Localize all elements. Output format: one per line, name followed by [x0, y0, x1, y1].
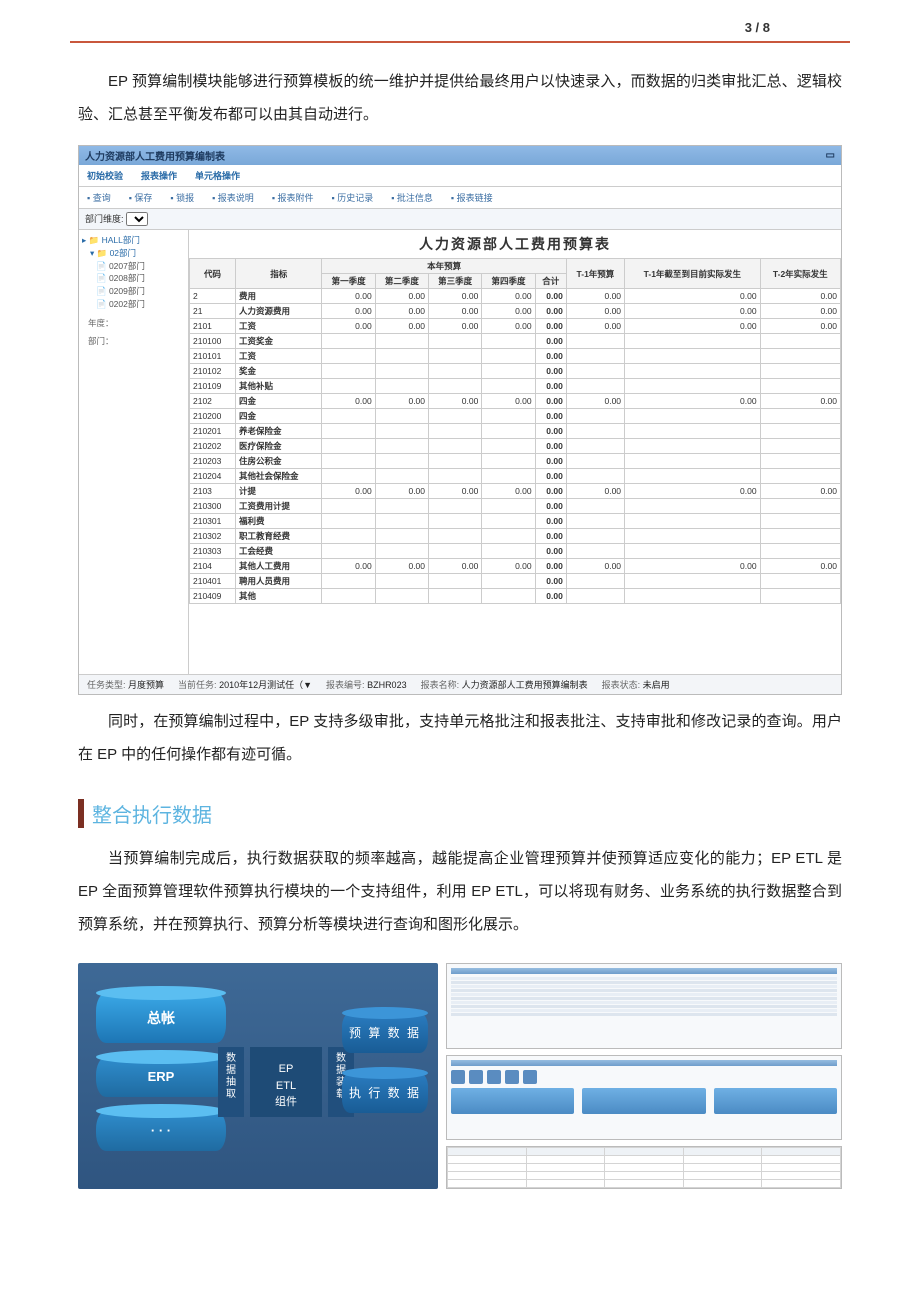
status-current-task[interactable]: 2010年12月测试任（▼ [219, 680, 312, 690]
status-report-state: 未启用 [643, 680, 670, 690]
status-report-code-label: 报表编号: [326, 680, 365, 690]
status-bar: 任务类型: 月度预算 当前任务: 2010年12月测试任（▼ 报表编号: BZH… [79, 674, 841, 694]
toolbar-links: ▪ 查询 ▪ 保存 ▪ 锁报 ▪ 报表说明 ▪ 报表附件 ▪ 历史记录 ▪ 批注信息 ▪ 报表… [79, 187, 841, 209]
paragraph-2: 同时，在预算编制过程中，EP 支持多级审批，支持单元格批注和报表批注、支持审批和… [78, 705, 842, 771]
architecture-figure: 总帐 ERP · · · 数 据 抽 取 EP ETL 组件 数 据 装 载 预… [78, 963, 842, 1189]
toolbar-group-1: 初始校验 [87, 169, 123, 182]
section-heading: 整合执行数据 [78, 799, 842, 828]
cylinder-exec-data: 执 行 数 据 [342, 1073, 428, 1113]
mock-screen-1 [446, 963, 842, 1049]
mock-screen-2 [446, 1055, 842, 1141]
toolbar-group-2: 报表操作 [141, 169, 177, 182]
toolbar-link[interactable]: ▪ 查询 [87, 191, 111, 204]
section-heading-text: 整合执行数据 [92, 805, 212, 827]
paragraph-3: 当预算编制完成后，执行数据获取的频率越高，越能提高企业管理预算并使预算适应变化的… [78, 842, 842, 941]
status-report-code: BZHR023 [367, 680, 407, 690]
paragraph-1: EP 预算编制模块能够进行预算模板的统一维护并提供给最终用户以快速录入，而数据的… [78, 65, 842, 131]
status-report-name-label: 报表名称: [421, 680, 460, 690]
status-task-type-label: 任务类型: [87, 680, 126, 690]
toolbar-link[interactable]: ▪ 锁报 [170, 191, 194, 204]
sheet-banner: 人力资源部人工费用预算表 [189, 230, 841, 258]
page-number: 3 / 8 [70, 0, 850, 43]
status-current-task-label: 当前任务: [178, 680, 217, 690]
dimension-select[interactable] [126, 212, 148, 226]
etl-line3: 组件 [250, 1094, 322, 1111]
window-controls[interactable]: ▭ [826, 150, 835, 161]
etl-line1: EP [250, 1061, 322, 1078]
tree-leaf[interactable]: 📄 0209部门 [82, 285, 185, 298]
tree-dept-label: 部门： [88, 336, 114, 346]
toolbar-link[interactable]: ▪ 报表链接 [451, 191, 493, 204]
cylinder-more: · · · [96, 1111, 226, 1151]
arch-right-panel [446, 963, 842, 1189]
toolbar: 初始校验 报表操作 单元格操作 [79, 165, 841, 187]
dimension-row: 部门维度: [79, 209, 841, 230]
status-task-type: 月度预算 [128, 680, 164, 690]
arch-left-panel: 总帐 ERP · · · 数 据 抽 取 EP ETL 组件 数 据 装 载 预… [78, 963, 438, 1189]
mock-screen-3 [446, 1146, 842, 1189]
dimension-label: 部门维度: [85, 214, 124, 224]
toolbar-link[interactable]: ▪ 保存 [129, 191, 153, 204]
block-etl: EP ETL 组件 [250, 1047, 322, 1117]
tree-leaf[interactable]: 📄 0207部门 [82, 260, 185, 273]
toolbar-group-3: 单元格操作 [195, 169, 240, 182]
tree-root[interactable]: HALL部门 [102, 235, 140, 245]
window-title: 人力资源部人工费用预算编制表 [85, 148, 225, 163]
cylinder-gl: 总帐 [96, 993, 226, 1043]
dept-tree[interactable]: ▸ 📁 HALL部门 ▾ 📁 02部门 📄 0207部门📄 0208部门📄 02… [79, 230, 189, 674]
cylinder-erp: ERP [96, 1057, 226, 1097]
tree-leaf[interactable]: 📄 0202部门 [82, 298, 185, 311]
status-report-name: 人力资源部人工费用预算编制表 [462, 680, 588, 690]
tree-sub[interactable]: 02部门 [110, 248, 136, 258]
toolbar-link[interactable]: ▪ 批注信息 [391, 191, 433, 204]
toolbar-link[interactable]: ▪ 报表说明 [212, 191, 254, 204]
toolbar-link[interactable]: ▪ 历史记录 [332, 191, 374, 204]
cylinder-budget-data: 预 算 数 据 [342, 1013, 428, 1053]
tree-leaf[interactable]: 📄 0208部门 [82, 272, 185, 285]
tree-year-label: 年度： [88, 318, 114, 328]
block-extract: 数 据 抽 取 [218, 1047, 244, 1117]
screenshot-budget-editor: 人力资源部人工费用预算编制表 ▭ 初始校验 报表操作 单元格操作 ▪ 查询 ▪ 保存… [78, 145, 842, 695]
toolbar-link[interactable]: ▪ 报表附件 [272, 191, 314, 204]
budget-grid[interactable]: 代码指标本年预算T-1年预算T-1年截至到目前实际发生T-2年实际发生第一季度第… [189, 258, 841, 604]
etl-line2: ETL [250, 1078, 322, 1095]
status-report-state-label: 报表状态: [602, 680, 641, 690]
